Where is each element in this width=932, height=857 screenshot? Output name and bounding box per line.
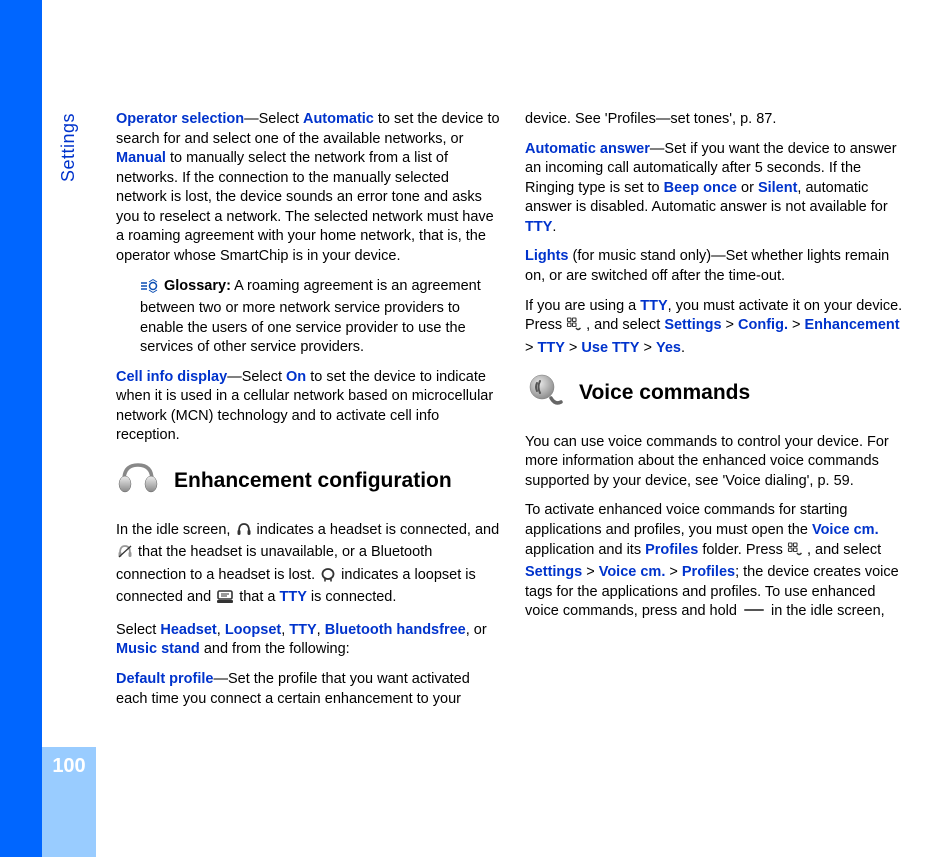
- enhancement-heading-row: Enhancement configuration: [116, 460, 501, 503]
- text: ,: [217, 622, 225, 638]
- blue-spine: [0, 0, 42, 857]
- text: or: [737, 180, 758, 196]
- text: Select: [116, 622, 160, 638]
- text: (for music stand only)—Set whether light…: [525, 248, 889, 284]
- path-use-tty: Use TTY: [581, 340, 639, 356]
- option-tty: TTY: [640, 298, 667, 314]
- voice-commands-heading-row: Voice commands: [525, 372, 910, 415]
- folder-profiles: Profiles: [645, 542, 698, 558]
- separator-gt: >: [726, 317, 734, 333]
- text: is connected.: [307, 589, 396, 605]
- text: , or: [466, 622, 487, 638]
- text: , and select: [803, 542, 881, 558]
- lights-lead: Lights: [525, 248, 569, 264]
- page-number-box: 100: [42, 747, 96, 857]
- text: , and select: [582, 317, 664, 333]
- operator-selection-para: Operator selection—Select Automatic to s…: [116, 110, 501, 267]
- idle-screen-para: In the idle screen, indicates a headset …: [116, 521, 501, 611]
- text: and from the following:: [200, 641, 350, 657]
- tty-icon: [215, 588, 235, 611]
- separator-gt: >: [525, 340, 533, 356]
- enhancement-heading: Enhancement configuration: [174, 467, 452, 495]
- option-tty: TTY: [280, 589, 307, 605]
- path-config: Config.: [738, 317, 788, 333]
- glossary-bullet-icon: [140, 279, 158, 300]
- option-headset: Headset: [160, 622, 216, 638]
- separator-gt: >: [643, 340, 651, 356]
- operator-selection-lead: Operator selection: [116, 111, 244, 127]
- loopset-icon: [319, 566, 337, 589]
- separator-gt: >: [669, 564, 677, 580]
- text: folder. Press: [698, 542, 787, 558]
- page-number: 100: [52, 753, 85, 780]
- text: —Select: [227, 369, 286, 385]
- option-tty: TTY: [525, 219, 552, 235]
- option-loopset: Loopset: [225, 622, 281, 638]
- option-silent: Silent: [758, 180, 797, 196]
- option-beep-once: Beep once: [664, 180, 737, 196]
- path-settings: Settings: [525, 564, 582, 580]
- headset-connected-icon: [235, 521, 253, 544]
- option-music-stand: Music stand: [116, 641, 200, 657]
- text: If you are using a: [525, 298, 640, 314]
- path-tty: TTY: [538, 340, 565, 356]
- text: in the idle screen,: [767, 603, 885, 619]
- path-profiles: Profiles: [682, 564, 735, 580]
- menu-key-icon: [787, 541, 803, 564]
- path-settings: Settings: [664, 317, 721, 333]
- cell-info-lead: Cell info display: [116, 369, 227, 385]
- separator-gt: >: [586, 564, 594, 580]
- text: to manually select the network from a li…: [116, 150, 494, 264]
- glossary-block: Glossary: A roaming agreement is an agre…: [140, 277, 501, 358]
- app-voice-cm: Voice cm.: [812, 522, 879, 538]
- option-on: On: [286, 369, 306, 385]
- text: .: [681, 340, 685, 356]
- voice-intro-para: You can use voice commands to control yo…: [525, 433, 910, 492]
- page-content: Operator selection—Select Automatic to s…: [116, 110, 910, 727]
- text: —Select: [244, 111, 303, 127]
- text: .: [552, 219, 556, 235]
- voice-activate-para: To activate enhanced voice commands for …: [525, 501, 910, 621]
- text: application and its: [525, 542, 645, 558]
- headset-icon: [116, 460, 160, 503]
- voice-commands-heading: Voice commands: [579, 379, 750, 407]
- text: that a: [235, 589, 279, 605]
- voice-commands-icon: [525, 372, 565, 415]
- headset-unavailable-icon: [116, 543, 134, 566]
- separator-gt: >: [792, 317, 800, 333]
- path-voice-cm: Voice cm.: [599, 564, 666, 580]
- path-enhancement: Enhancement: [805, 317, 900, 333]
- glossary-label: Glossary:: [164, 278, 231, 294]
- side-section-label: Settings: [56, 113, 80, 182]
- right-softkey-icon: [744, 609, 764, 612]
- select-enhancement-para: Select Headset, Loopset, TTY, Bluetooth …: [116, 621, 501, 660]
- option-automatic: Automatic: [303, 111, 374, 127]
- default-profile-lead: Default profile: [116, 671, 213, 687]
- text: In the idle screen,: [116, 522, 235, 538]
- text: To activate enhanced voice commands for …: [525, 502, 847, 538]
- cell-info-para: Cell info display—Select On to set the d…: [116, 368, 501, 446]
- automatic-answer-para: Automatic answer—Set if you want the dev…: [525, 140, 910, 238]
- text: indicates a headset is connected, and: [253, 522, 500, 538]
- option-manual: Manual: [116, 150, 166, 166]
- path-yes: Yes: [656, 340, 681, 356]
- lights-para: Lights (for music stand only)—Set whethe…: [525, 247, 910, 286]
- tty-activate-para: If you are using a TTY, you must activat…: [525, 297, 910, 359]
- option-tty: TTY: [289, 622, 316, 638]
- text: ,: [317, 622, 325, 638]
- option-bluetooth-handsfree: Bluetooth handsfree: [325, 622, 466, 638]
- separator-gt: >: [569, 340, 577, 356]
- automatic-answer-lead: Automatic answer: [525, 141, 650, 157]
- menu-key-icon: [566, 316, 582, 339]
